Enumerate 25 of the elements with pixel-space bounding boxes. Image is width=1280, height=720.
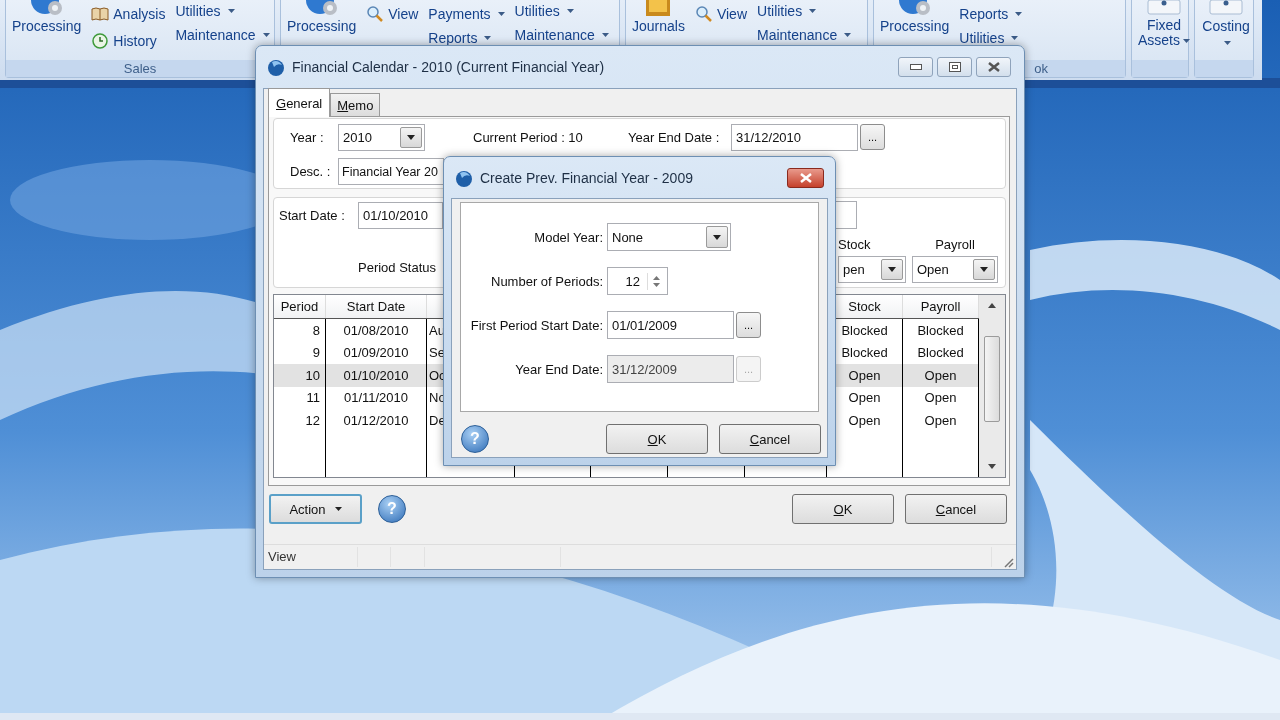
dialog-title: Create Prev. Financial Year - 2009	[480, 169, 693, 186]
table-cell: 12	[274, 409, 326, 432]
field-label: Model Year:	[533, 229, 604, 245]
table-cell: 01/12/2010	[326, 409, 427, 432]
field-label: Payroll	[935, 237, 975, 252]
field-label: Stock	[838, 237, 872, 252]
status-text: View	[264, 546, 358, 567]
field-label: Start Date :	[279, 207, 346, 223]
table-cell: 01/08/2010	[326, 319, 427, 342]
field-label: Year End Date :	[628, 129, 721, 145]
window-title: Financial Calendar - 2010 (Current Financial Year)	[292, 59, 605, 75]
table-cell: 8	[274, 319, 326, 342]
field-label: Desc. :	[290, 164, 332, 179]
table-cell: 10	[274, 364, 326, 387]
section-label: Period Status	[358, 260, 437, 275]
current-period-text: Current Period : 10	[473, 129, 584, 145]
table-cell: 01/10/2010	[326, 364, 427, 387]
field-label: Year :	[290, 129, 325, 145]
table-cell: 01/11/2010	[326, 386, 427, 409]
field-label: Year End Date:	[514, 361, 604, 377]
group-label: ok	[1034, 61, 1048, 76]
field-label: Number of Periods:	[490, 273, 604, 289]
table-cell: 11	[274, 386, 326, 409]
group-label: Sales	[123, 61, 157, 76]
field-label: First Period Start Date:	[469, 317, 604, 333]
